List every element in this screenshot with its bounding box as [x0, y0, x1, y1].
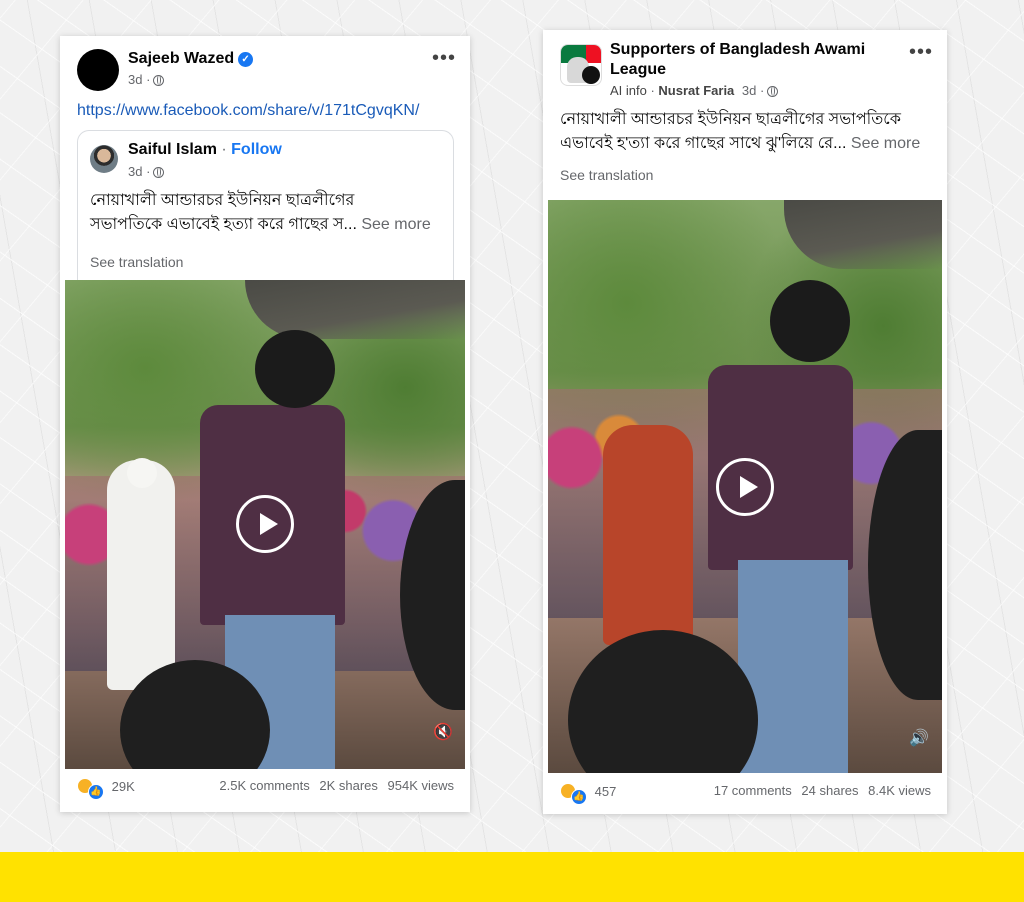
more-options-icon[interactable]: ••• [432, 48, 456, 68]
video-frame-detail [255, 330, 335, 408]
shared-post-text: নোয়াখালী আন্ডারচর ইউনিয়ন ছাত্রলীগের সভ… [90, 189, 450, 237]
post-time[interactable]: 3d · [128, 72, 150, 87]
play-icon[interactable] [236, 495, 294, 553]
post-text-line: সভাপতিকে এভাবেই হত্যা করে গাছের স... [90, 216, 357, 233]
reaction-summary[interactable]: 👍 457 [560, 783, 616, 805]
author-name-text[interactable]: Sajeeb Wazed [128, 50, 234, 67]
see-more-link[interactable]: See more [361, 216, 430, 233]
views-count: 954K views [387, 778, 454, 793]
globe-icon [767, 86, 779, 97]
video-player[interactable]: 🔇 [65, 280, 465, 769]
reaction-count[interactable]: 457 [595, 784, 617, 799]
author-avatar[interactable] [77, 49, 119, 91]
shared-link[interactable]: https://www.facebook.com/share/v/171tCgv… [77, 102, 419, 120]
play-icon[interactable] [716, 458, 774, 516]
video-frame-detail [770, 280, 850, 362]
like-reaction-icon: 👍 [88, 784, 104, 800]
shares-count[interactable]: 2K shares [319, 778, 378, 793]
like-reaction-icon: 👍 [571, 789, 587, 805]
page-name[interactable]: Supporters of Bangladesh Awami League [610, 40, 865, 80]
shares-count[interactable]: 24 shares [801, 783, 858, 798]
engagement-stats: 17 comments 24 shares 8.4K views [708, 783, 931, 798]
post-card-left: Sajeeb Wazed ✓ 3d · ••• https://www.faceb… [60, 36, 470, 812]
video-player[interactable]: 🔊 [548, 200, 942, 773]
follow-button[interactable]: Follow [231, 141, 282, 158]
reaction-summary[interactable]: 👍 29K [77, 778, 135, 800]
separator-dot: · [646, 83, 659, 98]
author-name[interactable]: Sajeeb Wazed ✓ [128, 50, 254, 68]
post-text-line: নোয়াখালী আন্ডারচর ইউনিয়ন ছাত্রলীগের [90, 192, 355, 209]
shared-time[interactable]: 3d · [128, 164, 150, 179]
profile-badge-icon [582, 66, 600, 84]
volume-icon[interactable]: 🔊 [909, 728, 929, 748]
more-options-icon[interactable]: ••• [909, 42, 933, 62]
post-author[interactable]: Nusrat Faria [658, 83, 734, 98]
volume-muted-icon[interactable]: 🔇 [433, 722, 453, 742]
accent-band [0, 852, 1024, 902]
post-text: নোয়াখালী আন্ডারচর ইউনিয়ন ছাত্রলীগের সভ… [560, 108, 940, 156]
post-timestamp[interactable]: 3d · [128, 72, 165, 87]
comments-count[interactable]: 17 comments [714, 783, 792, 798]
post-meta: AI info · Nusrat Faria 3d · [610, 83, 779, 98]
shared-timestamp[interactable]: 3d · [128, 164, 165, 179]
video-frame-detail [107, 460, 175, 690]
post-time[interactable]: 3d · [742, 83, 764, 98]
separator-dot: · [216, 141, 232, 158]
page-name-line[interactable]: Supporters of Bangladesh Awami [610, 40, 865, 60]
post-text-line: এভাবেই হ'ত্যা করে গাছের সাথে ঝু'লিয়ে রে… [560, 135, 847, 152]
views-count: 8.4K views [868, 783, 931, 798]
see-translation-link[interactable]: See translation [560, 167, 653, 183]
video-frame-detail [245, 280, 465, 339]
video-frame-detail [603, 425, 693, 645]
shared-author-avatar[interactable] [90, 145, 118, 173]
post-card-right: Supporters of Bangladesh Awami League AI… [543, 30, 947, 814]
shared-author-name[interactable]: Saiful Islam [128, 141, 217, 158]
shared-author-row: Saiful Islam · Follow [128, 141, 282, 159]
verified-badge-icon: ✓ [238, 52, 254, 67]
post-text-line: নোয়াখালী আন্ডারচর ইউনিয়ন ছাত্রলীগের সভ… [560, 111, 901, 128]
see-more-link[interactable]: See more [851, 135, 920, 152]
page-name-line[interactable]: League [610, 60, 865, 80]
globe-icon [153, 75, 165, 86]
engagement-stats: 2.5K comments 2K shares 954K views [213, 778, 454, 793]
globe-icon [153, 167, 165, 178]
comments-count[interactable]: 2.5K comments [219, 778, 309, 793]
ai-info-link[interactable]: AI info [610, 83, 647, 98]
page-avatar[interactable] [560, 44, 602, 86]
video-frame-detail [127, 458, 157, 488]
reaction-count[interactable]: 29K [112, 779, 135, 794]
see-translation-link[interactable]: See translation [90, 254, 183, 270]
